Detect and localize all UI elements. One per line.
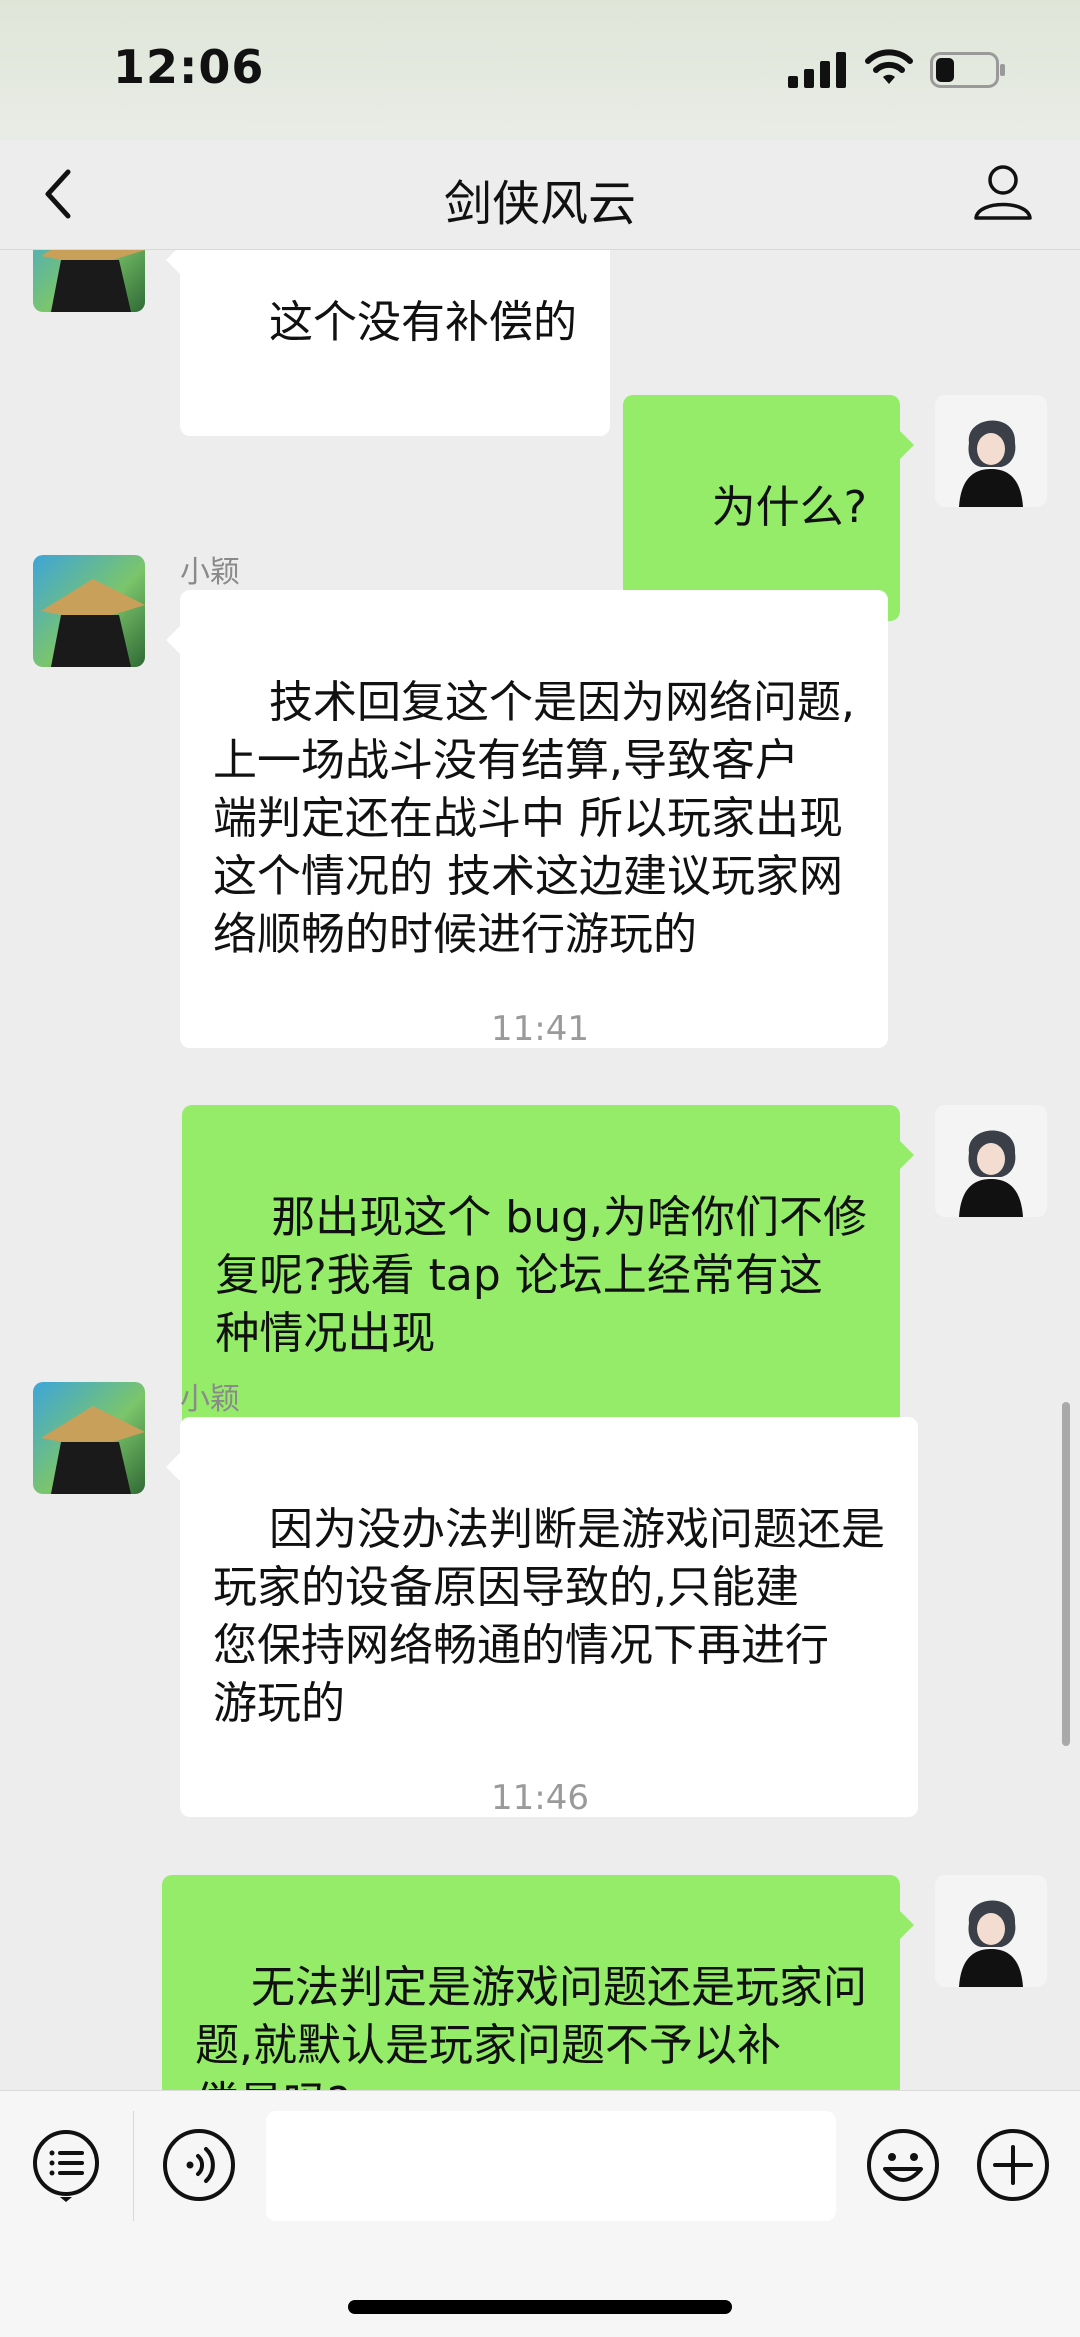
voice-icon[interactable] xyxy=(161,2127,237,2203)
status-bar: 12:06 xyxy=(0,0,1080,140)
my-avatar[interactable] xyxy=(935,395,1047,507)
message-text: 为什么? xyxy=(711,482,867,533)
timestamp: 11:41 xyxy=(491,1009,589,1049)
message-text: 这个没有补偿的 xyxy=(268,297,577,348)
chat-header: 剑侠风云 xyxy=(0,140,1080,250)
contact-avatar[interactable] xyxy=(33,555,145,667)
timestamp: 11:46 xyxy=(491,1778,589,1818)
cellular-signal-icon xyxy=(788,52,846,88)
plus-icon[interactable] xyxy=(975,2127,1051,2203)
message-list[interactable]: 这个没有补偿的 为什么? 小颖 技术回复这个是因为网络问题, 上一场战斗没有结算… xyxy=(0,250,1080,2090)
message-text: 因为没办法判断是游戏问题还是 玩家的设备原因导致的,只能建 您保持网络畅通的情况… xyxy=(213,1504,885,1729)
message-text: 那出现这个 bug,为啥你们不修 复呢?我看 tap 论坛上经常有这 种情况出现 xyxy=(215,1192,867,1359)
message-bubble[interactable]: 无法判定是游戏问题还是玩家问 题,就默认是玩家问题不予以补 偿是吗? xyxy=(162,1875,914,2090)
home-indicator[interactable] xyxy=(348,2300,732,2314)
emoji-icon[interactable] xyxy=(865,2127,941,2203)
my-avatar[interactable] xyxy=(935,1105,1047,1217)
message-text: 技术回复这个是因为网络问题, 上一场战斗没有结算,导致客户 端判定还在战斗中 所… xyxy=(213,677,855,960)
divider xyxy=(133,2111,134,2221)
status-time: 12:06 xyxy=(113,40,265,94)
scrollbar[interactable] xyxy=(1062,1402,1070,1746)
person-icon[interactable] xyxy=(972,160,1034,222)
message-bubble[interactable]: 因为没办法判断是游戏问题还是 玩家的设备原因导致的,只能建 您保持网络畅通的情况… xyxy=(166,1417,918,1817)
contact-avatar[interactable] xyxy=(33,1382,145,1494)
message-input[interactable] xyxy=(266,2111,836,2221)
wifi-icon xyxy=(865,49,913,84)
battery-icon xyxy=(930,52,1005,88)
message-bubble[interactable]: 为什么? xyxy=(622,395,915,621)
chat-title: 剑侠风云 xyxy=(443,176,636,232)
contact-avatar[interactable] xyxy=(33,250,145,312)
message-bubble[interactable]: 技术回复这个是因为网络问题, 上一场战斗没有结算,导致客户 端判定还在战斗中 所… xyxy=(166,590,888,1048)
message-text: 无法判定是游戏问题还是玩家问 题,就默认是玩家问题不予以补 偿是吗? xyxy=(195,1962,867,2090)
message-bubble[interactable]: 那出现这个 bug,为啥你们不修 复呢?我看 tap 论坛上经常有这 种情况出现 xyxy=(182,1105,914,1447)
sender-name: 小颖 xyxy=(180,1382,240,1417)
message-bubble[interactable]: 这个没有补偿的 xyxy=(166,250,610,436)
my-avatar[interactable] xyxy=(935,1875,1047,1987)
list-menu-icon[interactable] xyxy=(28,2127,104,2203)
sender-name: 小颖 xyxy=(180,555,240,590)
